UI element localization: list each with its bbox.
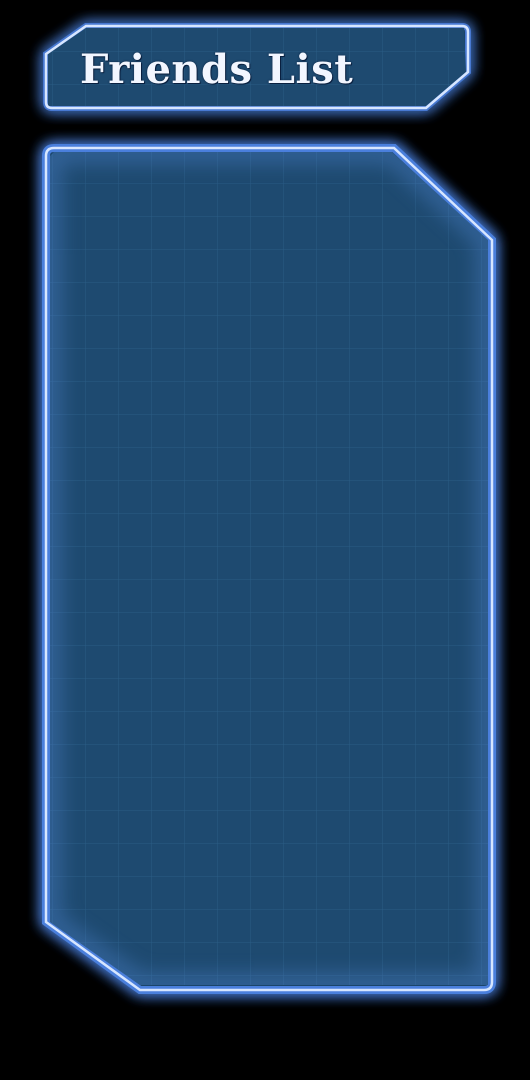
friends-list[interactable] (60, 165, 480, 975)
panel-title: Friends List (80, 46, 354, 93)
